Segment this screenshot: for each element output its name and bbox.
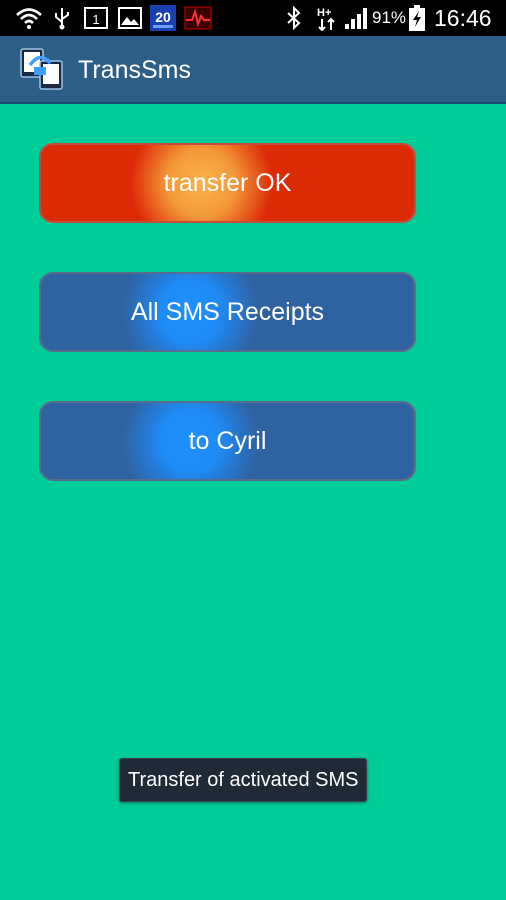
transfer-ok-button[interactable]: transfer OK — [39, 143, 416, 223]
clock: 16:46 — [434, 5, 492, 31]
clock-widget-icon: 20 — [150, 5, 176, 31]
battery-charging-icon — [408, 5, 426, 31]
wifi-icon — [14, 5, 44, 31]
data-network-icon: H+ — [314, 5, 340, 31]
app-logo-icon — [20, 47, 66, 91]
app-title: TransSms — [78, 56, 191, 84]
usb-icon — [52, 5, 72, 31]
image-icon — [117, 5, 143, 31]
toast-message: Transfer of activated SMS — [119, 758, 368, 802]
graph-widget-icon — [184, 5, 212, 31]
svg-text:20: 20 — [155, 9, 171, 25]
battery-percent: 91% — [372, 8, 407, 27]
signal-icon — [344, 5, 370, 31]
calendar-icon: 1 — [83, 5, 109, 31]
action-bar: TransSms — [0, 36, 506, 104]
svg-text:1: 1 — [92, 12, 99, 27]
status-bar: 1 20 H+ 91% 16:46 — [0, 0, 506, 36]
svg-text:H+: H+ — [317, 7, 331, 19]
to-contact-button[interactable]: to Cyril — [39, 401, 416, 481]
bluetooth-icon — [284, 5, 304, 31]
all-sms-receipts-button[interactable]: All SMS Receipts — [39, 272, 416, 352]
